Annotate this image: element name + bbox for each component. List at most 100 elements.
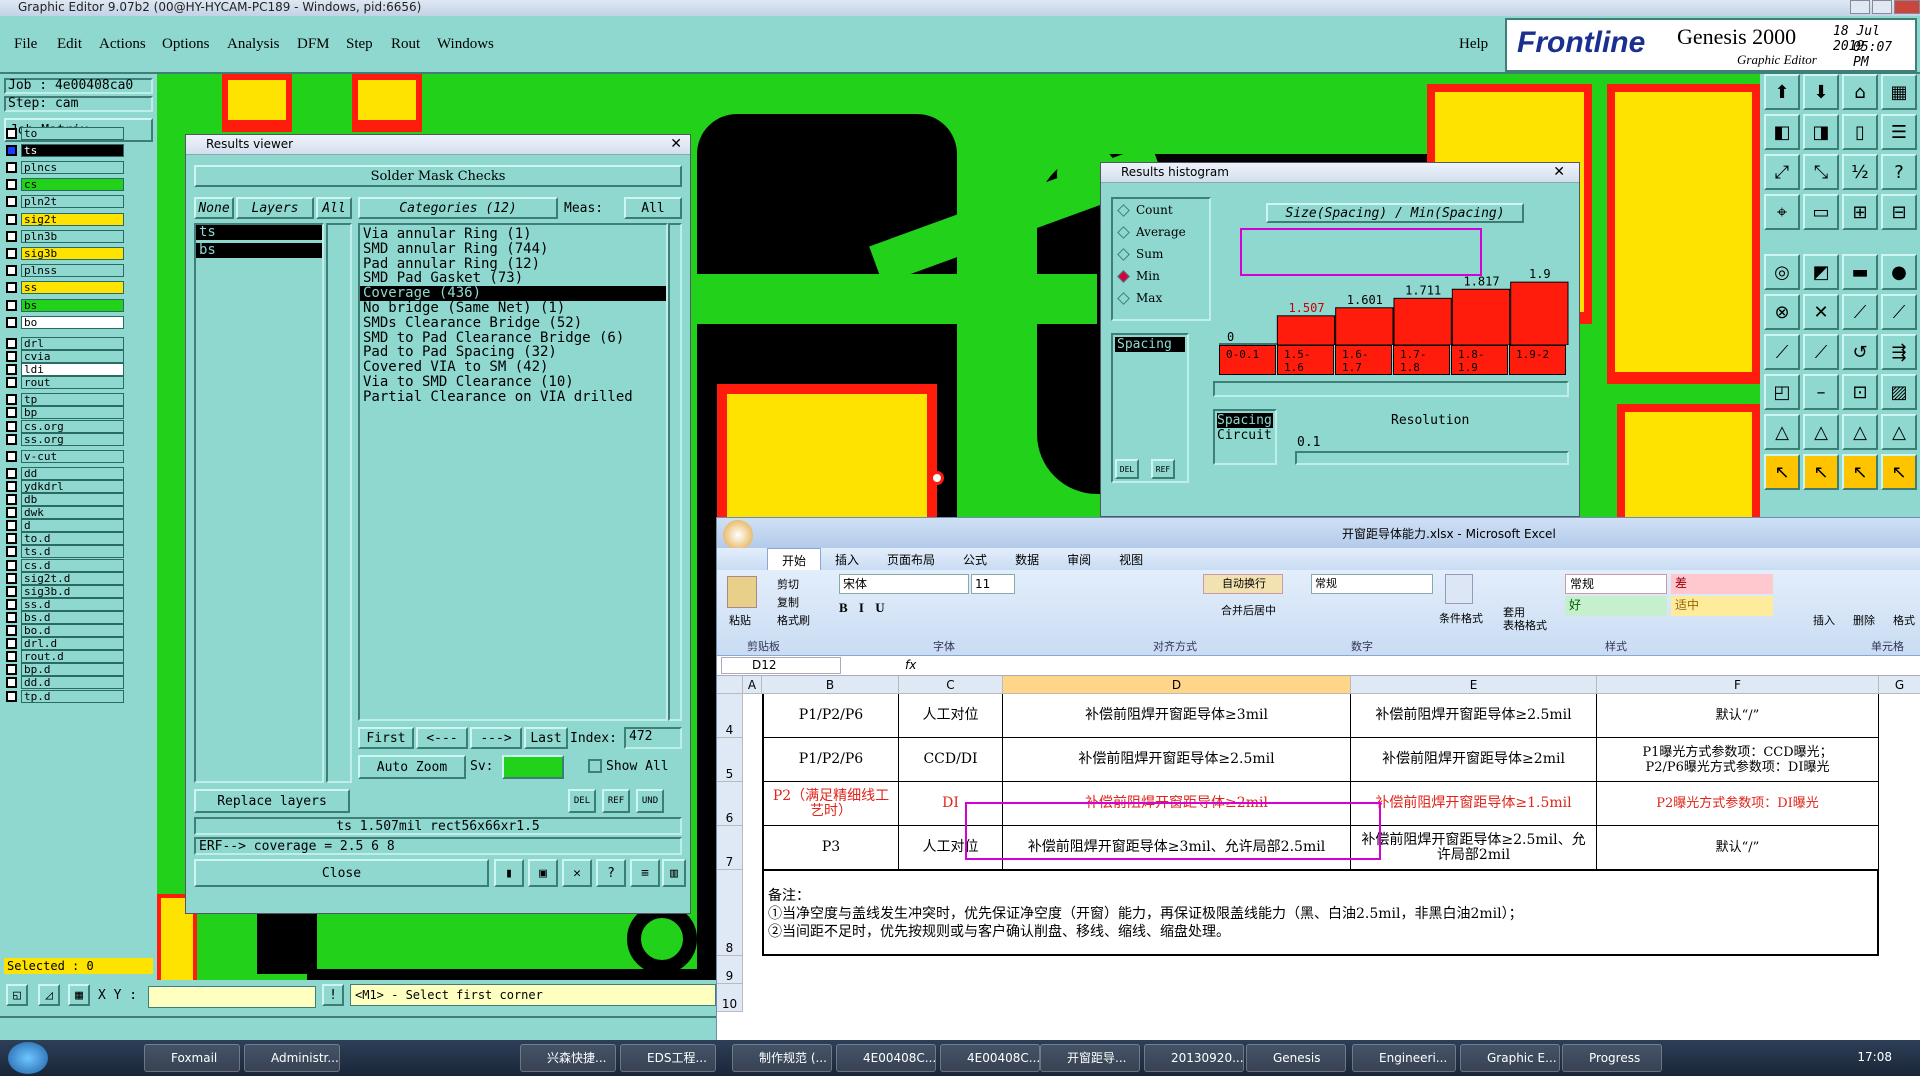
font-select[interactable]: 宋体: [839, 574, 969, 594]
taskbar-item[interactable]: Engineeri...: [1352, 1044, 1456, 1072]
layer-row[interactable]: drl.d: [6, 637, 124, 651]
close-icon[interactable]: ✕: [670, 135, 682, 154]
taskbar-item[interactable]: EDS工程...: [620, 1044, 716, 1072]
zoom-icon[interactable]: ◱: [6, 984, 28, 1006]
tool-button-cursor-icon[interactable]: ↖: [1803, 454, 1839, 490]
categories-listbox[interactable]: Via annular Ring (1) SMD annular Ring (74…: [358, 223, 668, 721]
tool-button-slash-icon[interactable]: ⟋: [1764, 334, 1800, 370]
fx-icon[interactable]: fx: [905, 658, 916, 672]
layer-name[interactable]: cs: [21, 178, 124, 192]
taskbar-item[interactable]: 20130920...: [1144, 1044, 1244, 1072]
layers-button[interactable]: Layers: [236, 197, 314, 219]
conditional-format-icon[interactable]: [1445, 574, 1473, 604]
tool-button-pan-right-icon[interactable]: ◨: [1803, 114, 1839, 150]
row-header[interactable]: 8: [717, 870, 743, 956]
layer-checkbox[interactable]: [6, 377, 17, 389]
taskbar-item[interactable]: Foxmail: [144, 1044, 240, 1072]
layer-checkbox[interactable]: [6, 598, 17, 610]
help-icon[interactable]: ?: [596, 859, 626, 887]
copy-label[interactable]: 复制: [777, 594, 799, 610]
category-item[interactable]: Via to SMD Clearance (10): [360, 375, 666, 390]
layer-row[interactable]: bp: [6, 406, 124, 420]
layer-checkbox[interactable]: [6, 651, 17, 663]
layer-checkbox[interactable]: [6, 467, 17, 479]
layer-name[interactable]: bp.d: [21, 663, 124, 677]
name-box[interactable]: D12: [721, 657, 841, 674]
layer-row[interactable]: cs.d: [6, 558, 124, 572]
tool-button-feature-icon[interactable]: ◎: [1764, 254, 1800, 290]
tool-button-route-icon[interactable]: ⇶: [1881, 334, 1917, 370]
tool-button-fit-icon[interactable]: ⤢: [1764, 154, 1800, 190]
layer-name[interactable]: drl: [21, 336, 124, 350]
layer-checkbox[interactable]: [6, 161, 17, 173]
spreadsheet-grid[interactable]: A B C D E F G 4 P1/P2/P6 人工对位 补偿前阻焊开窗距导体≥3mil 补偿前阻焊…: [717, 676, 1920, 1041]
layer-name[interactable]: to.d: [21, 532, 124, 546]
style-good[interactable]: 好: [1565, 596, 1667, 616]
style-normal[interactable]: 常规: [1565, 574, 1667, 594]
layer-name[interactable]: dwk: [21, 506, 124, 520]
layer-checkbox[interactable]: [6, 520, 17, 532]
layer-checkbox[interactable]: [6, 230, 17, 242]
table-cell[interactable]: CCD/DI: [899, 738, 1003, 782]
menu-analysis[interactable]: Analysis: [227, 36, 280, 53]
font-style-buttons[interactable]: B I U: [839, 600, 1039, 620]
categories-scrollbar[interactable]: [668, 223, 682, 721]
tool-button-box-icon[interactable]: ⊡: [1842, 374, 1878, 410]
tool-button-angle-icon[interactable]: ⟋: [1803, 334, 1839, 370]
style-bad[interactable]: 差: [1671, 574, 1773, 594]
categories-button[interactable]: Categories (12): [358, 197, 558, 219]
layer-name[interactable]: dd.d: [21, 676, 124, 690]
notes-cell[interactable]: 备注： ①当净空度与盖线发生冲突时，优先保证净空度（开窗）能力，再保证极限盖线能力…: [762, 870, 1879, 956]
table-cell[interactable]: P2曝光方式参数项：DI曝光: [1597, 782, 1879, 826]
layer-row[interactable]: plncs: [6, 160, 124, 174]
table-cell[interactable]: 补偿前阻焊开窗距导体≥2mil: [1351, 738, 1597, 782]
layer-checkbox[interactable]: [6, 546, 17, 558]
column-header[interactable]: A: [743, 676, 762, 694]
layer-row[interactable]: ydkdrl: [6, 479, 124, 493]
format-painter-label[interactable]: 格式刷: [777, 612, 810, 628]
layer-row[interactable]: sig3b.d: [6, 584, 124, 598]
layer-row[interactable]: to.d: [6, 532, 124, 546]
layer-checkbox[interactable]: [6, 480, 17, 492]
layer-checkbox[interactable]: [6, 299, 17, 311]
layer-row[interactable]: to: [6, 126, 124, 140]
histogram-category-label[interactable]: 1.8-1.9: [1451, 345, 1508, 375]
histogram-option[interactable]: Min: [1113, 265, 1209, 287]
tool-button-move-down-icon[interactable]: ⬇: [1803, 74, 1839, 110]
layer-name[interactable]: tp: [21, 393, 124, 407]
layer-row[interactable]: sig2t: [6, 212, 124, 226]
layer-checkbox[interactable]: [6, 585, 17, 597]
layer-row[interactable]: v-cut: [6, 449, 124, 463]
taskbar-item[interactable]: 4E00408C...: [940, 1044, 1040, 1072]
show-all-checkbox[interactable]: [588, 759, 602, 773]
taskbar-item[interactable]: Genesis: [1246, 1044, 1346, 1072]
tool-button-fill-icon[interactable]: ▨: [1881, 374, 1917, 410]
resolution-slider[interactable]: [1295, 451, 1569, 465]
layer-name[interactable]: rout.d: [21, 650, 124, 664]
layer-name[interactable]: plnss: [21, 264, 124, 278]
table-cell[interactable]: 补偿前阻焊开窗距导体≥2.5mil、允许局部2mil: [1351, 826, 1597, 870]
tool-button-corner-icon[interactable]: ◰: [1764, 374, 1800, 410]
tool-button-rotate-icon[interactable]: ↺: [1842, 334, 1878, 370]
layer-checkbox[interactable]: [6, 364, 17, 376]
layer-checkbox[interactable]: [6, 196, 17, 208]
list-item[interactable]: bs: [196, 243, 322, 258]
radio-icon[interactable]: [1117, 291, 1130, 305]
histogram-category-label[interactable]: 1.6-1.7: [1335, 345, 1392, 375]
layer-checkbox[interactable]: [6, 494, 17, 505]
menu-dfm[interactable]: DFM: [297, 36, 330, 53]
category-item[interactable]: SMDs Clearance Bridge (52): [360, 316, 666, 331]
layer-checkbox[interactable]: [6, 144, 17, 156]
tool-button-triangle-icon[interactable]: △: [1881, 414, 1917, 450]
layer-name[interactable]: tp.d: [21, 689, 124, 703]
layer-name[interactable]: bp: [21, 406, 124, 420]
taskbar-item[interactable]: Graphic E...: [1460, 1044, 1560, 1072]
ribbon-tab[interactable]: 插入: [821, 548, 873, 570]
merge-center-button[interactable]: 合并后居中: [1221, 602, 1276, 618]
layer-name[interactable]: cs.org: [21, 419, 124, 433]
histogram-scrollbar[interactable]: [1213, 381, 1569, 397]
layer-row[interactable]: d: [6, 519, 124, 533]
tool-button-split-icon[interactable]: ▯: [1842, 114, 1878, 150]
tool-button-remove-icon[interactable]: ⊟: [1881, 194, 1917, 230]
layer-row[interactable]: sig3b: [6, 246, 124, 260]
